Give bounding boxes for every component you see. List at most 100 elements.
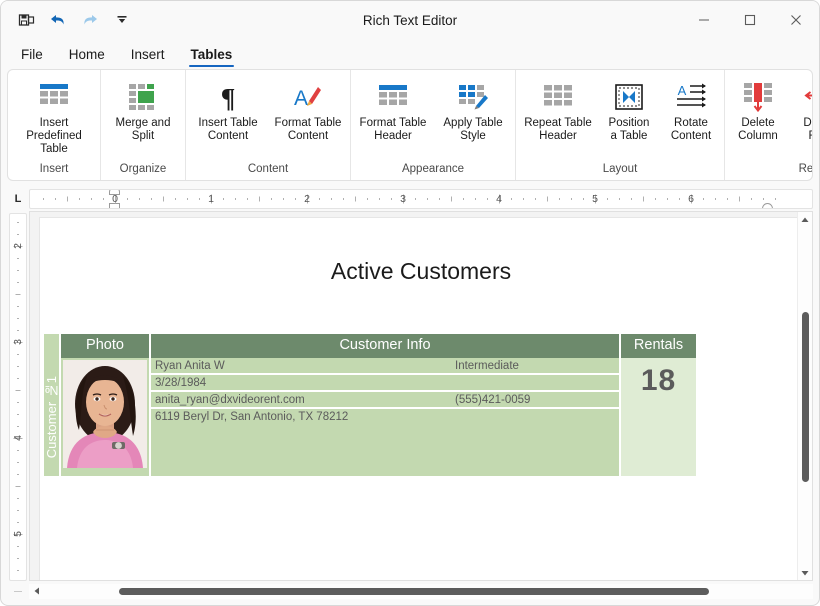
ruler-minor-tick [463,198,464,200]
scrollbar-corner [7,581,29,601]
photo-cell[interactable] [60,358,151,476]
customer-info-cell[interactable]: Ryan Anita W Intermediate 3/28/1984 anit… [150,358,621,476]
document-canvas[interactable]: Active Customers Photo Customer Info Ren… [29,211,813,581]
tab-file[interactable]: File [9,45,55,67]
ruler-minor-tick [475,198,476,200]
insert-predefined-table-button[interactable]: Insert Predefined Table [10,76,98,158]
repeat-header-icon [541,80,575,114]
right-indent-marker[interactable] [762,203,773,208]
tab-stop-selector[interactable]: L [7,188,29,210]
delete-row-icon [804,80,812,114]
ruler-minor-tick [55,198,56,200]
format-table-header-button[interactable]: Format Table Header [353,76,433,145]
ruler-minor-tick [367,198,368,200]
horizontal-scrollbar-thumb[interactable] [119,587,709,595]
apply-table-style-button[interactable]: Apply Table Style [433,76,513,145]
position-a-table-button[interactable]: Position a Table [598,76,660,145]
ruler-minor-tick [727,198,728,200]
save-icon[interactable] [11,6,41,34]
insert-table-content-button[interactable]: ¶ Insert Table Content [188,76,268,145]
ruler-minor-tick [17,546,19,547]
position-table-icon [613,80,645,114]
rotate-content-button[interactable]: A Rotate Content [660,76,722,145]
rentals-cell[interactable]: 18 [620,358,696,476]
ruler-minor-tick [199,198,200,200]
ruler-minor-tick [775,198,776,200]
format-table-content-button[interactable]: A Format Table Content [268,76,348,145]
ruler-minor-tick [427,198,428,200]
tab-insert[interactable]: Insert [119,45,177,67]
horizontal-scrollbar[interactable] [7,581,813,601]
table-header-icon [376,80,410,114]
info-row: 3/28/1984 [151,375,619,390]
ruler-minor-tick [17,354,19,355]
ruler-minor-tick [715,198,716,200]
ruler-number: 3 [12,339,24,345]
application-window: Rich Text Editor File Home Insert Tables [0,0,820,606]
ruler-number: 5 [12,531,24,537]
delete-row-button[interactable]: Delete Row [789,76,812,145]
ribbon-button-label: Format Table Content [274,117,342,142]
merge-and-split-button[interactable]: Merge and Split [103,76,183,145]
ruler-minor-tick [17,366,19,367]
ruler-minor-tick [17,282,19,283]
ruler-minor-tick [235,198,236,200]
close-button[interactable] [773,1,819,39]
rentals-count: 18 [640,364,677,397]
ruler-minor-tick [739,196,740,202]
repeat-table-header-button[interactable]: Repeat Table Header [518,76,598,145]
tab-home[interactable]: Home [57,45,117,67]
format-content-icon: A [292,80,324,114]
ruler-minor-tick [547,196,548,202]
ribbon-button-label: Position a Table [608,117,650,142]
scroll-left-arrow[interactable] [29,584,44,599]
delete-column-button[interactable]: Delete Column [727,76,789,145]
redo-icon[interactable] [75,6,105,34]
customer-address: 6119 Beryl Dr, San Antonio, TX 78212 [155,410,349,423]
customer-photo [63,360,147,468]
customer-birthdate: 3/28/1984 [155,376,207,389]
column-header-photo[interactable]: Photo [60,334,151,358]
horizontal-ruler-track[interactable]: 0 1 2 3 4 5 6 [29,189,813,209]
column-header-rentals[interactable]: Rentals [620,334,696,358]
undo-icon[interactable] [43,6,73,34]
customer-name: Ryan Anita W [155,359,225,372]
ruler-minor-tick [17,522,19,523]
vertical-scrollbar-thumb[interactable] [801,312,809,482]
merge-split-icon [127,80,159,114]
vertical-ruler-track[interactable]: 2 3 4 5 [9,213,27,581]
ruler-minor-tick [91,198,92,200]
scroll-up-arrow[interactable] [798,212,813,227]
vertical-scrollbar[interactable] [797,212,812,580]
document-page[interactable]: Active Customers Photo Customer Info Ren… [40,218,802,580]
svg-text:A: A [294,87,308,110]
info-row: 6119 Beryl Dr, San Antonio, TX 78212 [151,409,619,424]
maximize-button[interactable] [727,1,773,39]
info-filler [151,424,619,476]
ribbon-button-label: Insert Predefined Table [26,117,82,155]
table-row[interactable]: Customer №1 Ryan Anita W Intermediate 3/… [44,358,696,476]
ruler-number: 5 [592,193,598,205]
ruler-minor-tick [17,570,19,571]
ruler-minor-tick [175,198,176,200]
tab-tables[interactable]: Tables [179,45,245,67]
header-side-spacer [44,334,61,358]
minimize-button[interactable] [681,1,727,39]
ruler-minor-tick [79,198,80,200]
customers-table[interactable]: Photo Customer Info Rentals Customer №1 [44,334,696,476]
quick-access-toolbar [1,6,137,34]
scroll-down-arrow[interactable] [798,565,813,580]
customize-qat-icon[interactable] [107,6,137,34]
ribbon-button-label: Insert Table Content [198,117,258,142]
ribbon: Insert Predefined Table Insert Merge and… [7,69,813,181]
ruler-minor-tick [295,198,296,200]
column-header-customer-info[interactable]: Customer Info [150,334,621,358]
ribbon-group-label: Organize [119,163,167,175]
svg-text:¶: ¶ [221,83,236,112]
ruler-minor-tick [667,198,668,200]
ruler-minor-tick [511,198,512,200]
table-style-icon [456,80,490,114]
horizontal-scrollbar-track[interactable] [29,583,813,599]
ruler-minor-tick [15,486,21,487]
ruler-minor-tick [223,198,224,200]
